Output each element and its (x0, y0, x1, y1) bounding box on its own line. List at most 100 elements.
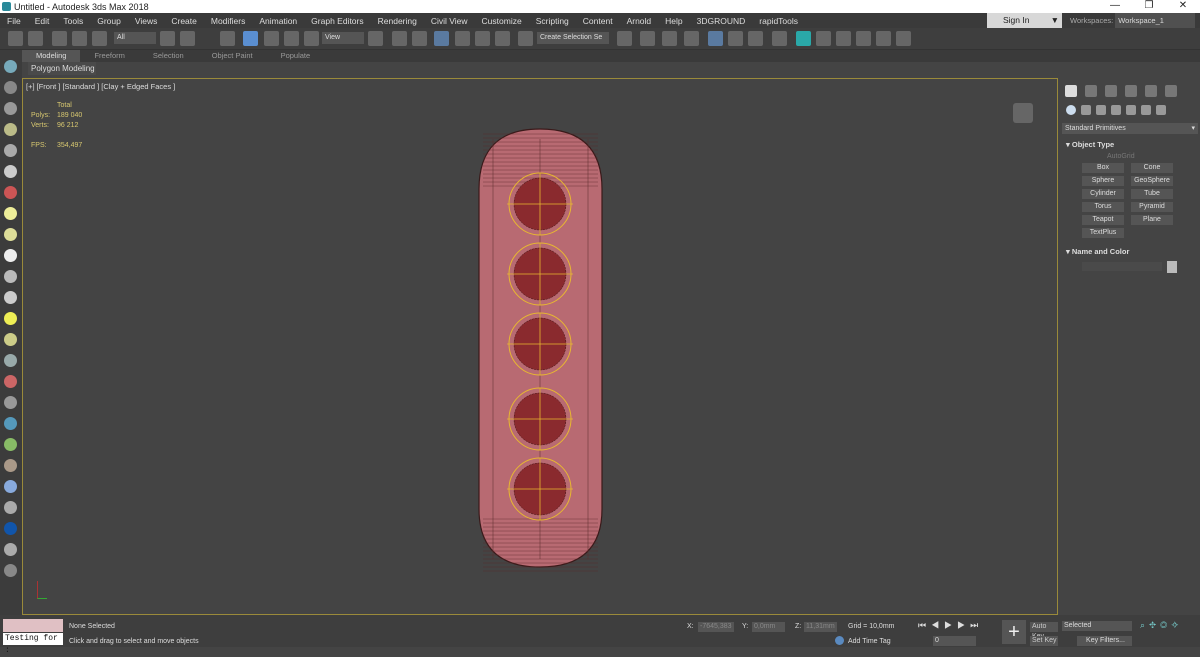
menu-3dground[interactable]: 3DGROUND (690, 16, 753, 26)
arnold-icon[interactable] (896, 31, 911, 46)
link-icon[interactable] (52, 31, 67, 46)
menu-rendering[interactable]: Rendering (371, 16, 424, 26)
tab-object-paint[interactable]: Object Paint (198, 50, 267, 62)
help-icon[interactable] (4, 564, 17, 577)
y-coordinate-field[interactable]: 0,0mm (752, 622, 785, 632)
object-icon[interactable] (4, 522, 17, 535)
create-tab-icon[interactable] (1065, 85, 1077, 97)
primitive-box-button[interactable]: Box (1082, 163, 1124, 173)
close-button[interactable]: ✕ (1166, 0, 1200, 11)
select-scale-icon[interactable] (284, 31, 299, 46)
primitive-textplus-button[interactable]: TextPlus (1082, 228, 1124, 238)
paint-icon[interactable] (4, 375, 17, 388)
object-name-input[interactable] (1082, 262, 1162, 271)
snap-icon[interactable] (434, 31, 449, 46)
systems-category-icon[interactable] (1156, 105, 1166, 115)
menu-scripting[interactable]: Scripting (529, 16, 576, 26)
rollout-object-type[interactable]: ▾ Object Type (1066, 140, 1114, 149)
menu-group[interactable]: Group (90, 16, 128, 26)
named-selection-dropdown[interactable]: Create Selection Se (537, 32, 609, 44)
maxscript-mini-listener[interactable]: Testing for : (3, 633, 63, 655)
render-iterative-icon[interactable] (856, 31, 871, 46)
rendered-frame-window-icon[interactable] (816, 31, 831, 46)
select-object-icon[interactable] (160, 31, 175, 46)
reference-coordinate-dropdown[interactable]: View (322, 32, 364, 44)
hierarchy-tab-icon[interactable] (1105, 85, 1117, 97)
selection-lock-icon[interactable] (392, 31, 407, 46)
object-color-swatch[interactable] (1167, 261, 1177, 273)
curve-editor-icon[interactable] (728, 31, 743, 46)
workspace-dropdown[interactable]: Workspace_1 (1115, 13, 1196, 28)
object-list-icon[interactable] (4, 123, 17, 136)
redo-icon[interactable] (28, 31, 43, 46)
cameras-category-icon[interactable] (1111, 105, 1121, 115)
motion-tab-icon[interactable] (1125, 85, 1137, 97)
edit-named-selections-icon[interactable] (518, 31, 533, 46)
circle-icon[interactable] (4, 333, 17, 346)
primitive-tube-button[interactable]: Tube (1131, 189, 1173, 199)
sphere-icon[interactable] (4, 249, 17, 262)
primitive-plane-button[interactable]: Plane (1131, 215, 1173, 225)
primitive-torus-button[interactable]: Torus (1082, 202, 1124, 212)
scene-explorer-icon[interactable] (4, 81, 17, 94)
selection-filter-dropdown[interactable]: All (114, 32, 156, 44)
mirror-icon[interactable] (617, 31, 632, 46)
maxscript-listener-pink[interactable] (3, 619, 63, 632)
x-coordinate-field[interactable]: -7645,383 (698, 622, 734, 632)
menu-create[interactable]: Create (164, 16, 204, 26)
align-icon[interactable] (640, 31, 655, 46)
torus-icon[interactable] (4, 270, 17, 283)
percent-snap-icon[interactable] (475, 31, 490, 46)
key-filters-button[interactable]: Key Filters... (1077, 636, 1132, 646)
viewport-front[interactable]: [+] [Front ] [Standard ] [Clay + Edged F… (22, 78, 1058, 615)
primitive-geosphere-button[interactable]: GeoSphere (1131, 176, 1173, 186)
rock-icon[interactable] (4, 459, 17, 472)
toggle-scene-explorer-icon[interactable] (662, 31, 677, 46)
grass-icon[interactable] (4, 354, 17, 367)
cone-icon[interactable] (4, 291, 17, 304)
helpers-category-icon[interactable] (1126, 105, 1136, 115)
window-crossing-icon[interactable] (220, 31, 235, 46)
set-key-button[interactable]: Set Key (1030, 636, 1058, 646)
modify-tab-icon[interactable] (1085, 85, 1097, 97)
primitive-teapot-button[interactable]: Teapot (1082, 215, 1124, 225)
restore-button[interactable]: ❐ (1132, 0, 1166, 11)
render-cloud-icon[interactable] (876, 31, 891, 46)
select-move-icon[interactable] (243, 31, 258, 46)
display-tab-icon[interactable] (1145, 85, 1157, 97)
globe-icon[interactable] (4, 417, 17, 430)
lights-category-icon[interactable] (1096, 105, 1106, 115)
spinner-snap-icon[interactable] (495, 31, 510, 46)
sphere-half-icon[interactable] (4, 228, 17, 241)
menu-help[interactable]: Help (658, 16, 689, 26)
primitives-dropdown[interactable]: Standard Primitives ▾ (1062, 123, 1198, 134)
ball-icon[interactable] (4, 480, 17, 493)
space-warps-category-icon[interactable] (1141, 105, 1151, 115)
set-keys-button[interactable]: + (1002, 620, 1026, 644)
select-rotate-icon[interactable] (264, 31, 279, 46)
toggle-ribbon-icon[interactable] (708, 31, 723, 46)
helper-icon[interactable] (4, 186, 17, 199)
current-frame-field[interactable]: 0 (933, 636, 976, 646)
undo-icon[interactable] (8, 31, 23, 46)
unlink-icon[interactable] (72, 31, 87, 46)
sign-in-button[interactable]: Sign In ▼ (987, 13, 1062, 28)
menu-civil-view[interactable]: Civil View (424, 16, 475, 26)
menu-content[interactable]: Content (576, 16, 620, 26)
schematic-view-icon[interactable] (748, 31, 763, 46)
scene-object[interactable] (23, 79, 1057, 614)
select-by-name-icon[interactable] (180, 31, 195, 46)
key-mode-dropdown[interactable]: Selected (1062, 621, 1132, 631)
toggle-layer-explorer-icon[interactable] (684, 31, 699, 46)
menu-customize[interactable]: Customize (475, 16, 529, 26)
cylinder-icon[interactable] (4, 501, 17, 514)
render-icon[interactable] (836, 31, 851, 46)
keyboard-shortcut-icon[interactable] (412, 31, 427, 46)
autogrid-checkbox[interactable]: AutoGrid (1107, 153, 1135, 160)
add-time-tag[interactable]: Add Time Tag (848, 638, 891, 645)
sun-icon[interactable] (4, 312, 17, 325)
menu-modifiers[interactable]: Modifiers (204, 16, 252, 26)
tab-selection[interactable]: Selection (139, 50, 198, 62)
pivot-icon[interactable] (368, 31, 383, 46)
rectangular-selection-icon[interactable] (200, 31, 215, 46)
